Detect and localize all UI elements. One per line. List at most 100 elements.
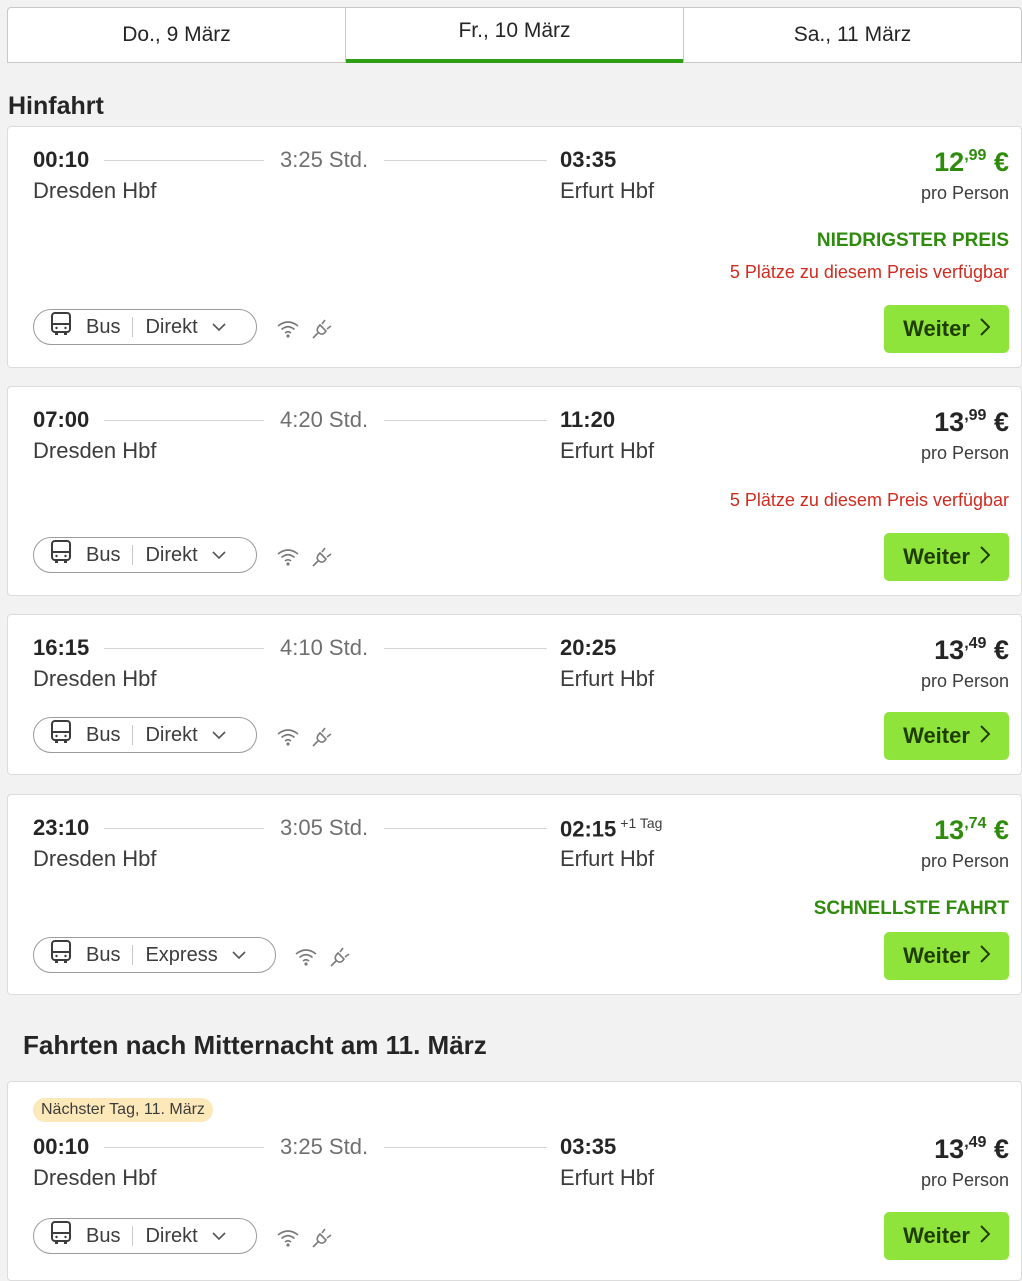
chevron-right-icon [980, 943, 991, 969]
chevron-right-icon [980, 723, 991, 749]
trip-duration: 3:25 Std. [280, 147, 369, 172]
transport-details-toggle[interactable]: Bus Express [33, 937, 276, 973]
chevron-down-icon [212, 550, 226, 560]
wifi-icon [276, 319, 300, 344]
departure-station: Dresden Hbf [33, 1165, 157, 1190]
price-unit: pro Person [920, 1170, 1009, 1190]
departure-time: 16:15 [33, 635, 90, 660]
amenities [294, 945, 352, 974]
divider [104, 420, 264, 421]
tab-date-prev[interactable]: Do., 9 März [8, 8, 346, 62]
price: 13,49 € [934, 635, 1009, 665]
mode-label: Bus [86, 543, 121, 566]
departure-station: Dresden Hbf [33, 178, 157, 203]
price: 13,99 € [934, 407, 1009, 437]
tab-date-next[interactable]: Sa., 11 März [684, 8, 1021, 62]
divider [104, 828, 264, 829]
price: 13,49 € [934, 1134, 1009, 1164]
separator [132, 725, 134, 745]
departure-station: Dresden Hbf [33, 666, 157, 691]
chevron-down-icon [212, 322, 226, 332]
price: 12,99 € [934, 147, 1009, 177]
continue-button[interactable]: Weiter [884, 712, 1009, 760]
continue-button[interactable]: Weiter [884, 533, 1009, 581]
after-midnight-heading: Fahrten nach Mitternacht am 11. März [23, 1030, 487, 1060]
chevron-down-icon [212, 1231, 226, 1241]
amenities [276, 317, 334, 346]
tab-date-current[interactable]: Fr., 10 März [346, 8, 684, 63]
ride-type-label: Express [145, 943, 218, 966]
wifi-icon [294, 947, 318, 972]
departure-time: 07:00 [33, 407, 90, 432]
arrival-station: Erfurt Hbf [560, 178, 655, 203]
divider [104, 648, 264, 649]
ride-card: 16:15 4:10 Std. 20:25 Dresden Hbf Erfurt… [7, 614, 1022, 775]
separator [132, 317, 134, 337]
trip-duration: 4:20 Std. [280, 407, 369, 432]
amenities [276, 545, 334, 574]
ride-card: 23:10 3:05 Std. 02:15 +1 Tag Dresden Hbf … [7, 794, 1022, 995]
mode-label: Bus [86, 723, 121, 746]
arrival-time: 11:20 [560, 407, 616, 432]
arrival-station: Erfurt Hbf [560, 846, 655, 871]
price-unit: pro Person [920, 671, 1009, 691]
continue-button[interactable]: Weiter [884, 305, 1009, 353]
chevron-right-icon [980, 544, 991, 570]
price-unit: pro Person [920, 183, 1009, 203]
departure-time: 23:10 [33, 815, 90, 840]
date-tabs: Do., 9 März Fr., 10 März Sa., 11 März [7, 7, 1022, 63]
transport-details-toggle[interactable]: Bus Direkt [33, 537, 257, 573]
separator [132, 1226, 134, 1246]
availability-note: 5 Plätze zu diesem Preis verfügbar [729, 262, 1009, 282]
bus-icon [50, 720, 72, 750]
arrival-time: 20:25 [560, 635, 617, 660]
departure-station: Dresden Hbf [33, 438, 157, 463]
ride-card: 00:10 3:25 Std. 03:35 Dresden Hbf Erfurt… [7, 126, 1022, 368]
arrival-time: 03:35 [560, 1134, 617, 1159]
ride-type-label: Direkt [145, 543, 198, 566]
continue-button[interactable]: Weiter [884, 932, 1009, 980]
departure-station: Dresden Hbf [33, 846, 157, 871]
wifi-icon [276, 547, 300, 572]
continue-button[interactable]: Weiter [884, 1212, 1009, 1260]
mode-label: Bus [86, 1224, 121, 1247]
power-plug-icon [310, 725, 334, 754]
mode-label: Bus [86, 315, 121, 338]
divider [384, 160, 547, 161]
transport-details-toggle[interactable]: Bus Direkt [33, 717, 257, 753]
price-unit: pro Person [920, 443, 1009, 463]
power-plug-icon [310, 317, 334, 346]
mode-label: Bus [86, 943, 121, 966]
price: 13,74 € [934, 815, 1009, 845]
divider [384, 828, 547, 829]
arrival-time: 02:15 +1 Tag [560, 815, 663, 842]
separator [132, 945, 134, 965]
availability-note: 5 Plätze zu diesem Preis verfügbar [729, 490, 1009, 510]
transport-details-toggle[interactable]: Bus Direkt [33, 309, 257, 345]
power-plug-icon [310, 545, 334, 574]
lowest-price-tag: NIEDRIGSTER PREIS [816, 230, 1009, 251]
separator [132, 545, 134, 565]
transport-details-toggle[interactable]: Bus Direkt [33, 1218, 257, 1254]
next-day-badge: Nächster Tag, 11. März [33, 1098, 213, 1122]
bus-icon [50, 940, 72, 970]
departure-time: 00:10 [33, 147, 90, 172]
amenities [276, 1226, 334, 1255]
amenities [276, 725, 334, 754]
chevron-down-icon [212, 730, 226, 740]
divider [384, 648, 547, 649]
divider [104, 1147, 264, 1148]
chevron-right-icon [980, 1223, 991, 1249]
fastest-ride-tag: SCHNELLSTE FAHRT [813, 898, 1009, 919]
ride-card: 07:00 4:20 Std. 11:20 Dresden Hbf Erfurt… [7, 386, 1022, 596]
arrival-station: Erfurt Hbf [560, 666, 655, 691]
power-plug-icon [328, 945, 352, 974]
arrival-time: 03:35 [560, 147, 617, 172]
trip-duration: 3:05 Std. [280, 815, 369, 840]
chevron-down-icon [232, 950, 246, 960]
next-day-indicator: +1 Tag [620, 815, 663, 831]
divider [384, 1147, 547, 1148]
section-title: Hinfahrt [8, 92, 104, 120]
price-unit: pro Person [920, 851, 1009, 871]
wifi-icon [276, 1228, 300, 1253]
